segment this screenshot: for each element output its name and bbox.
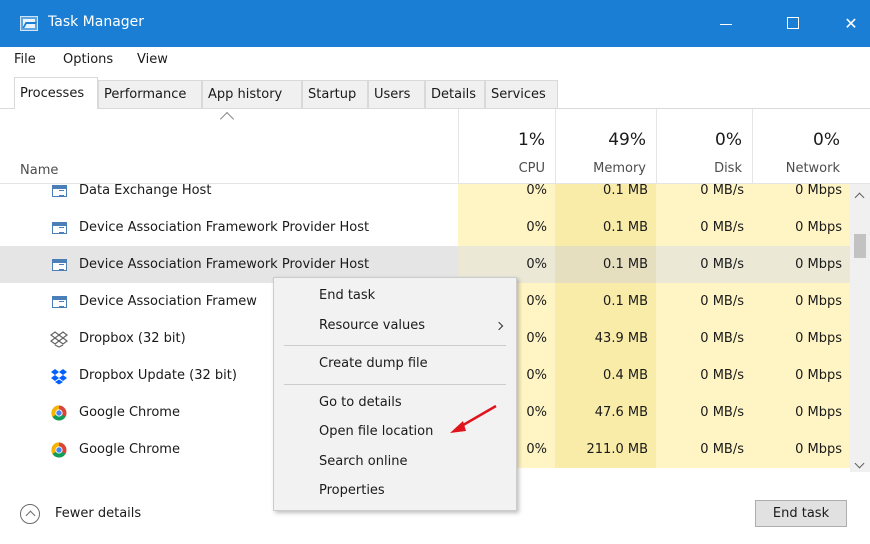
- maximize-icon: [787, 17, 799, 29]
- vertical-scrollbar[interactable]: [850, 184, 870, 472]
- network-value: 0 Mbps: [752, 320, 850, 357]
- column-memory[interactable]: 49% Memory: [555, 109, 656, 184]
- name-cell: Device Association Framework Provider Ho…: [0, 209, 458, 246]
- context-menu: End task Resource values Create dump fil…: [273, 277, 517, 511]
- memory-value: 47.6 MB: [555, 394, 656, 431]
- menu-item-resource-values[interactable]: Resource values: [319, 318, 425, 333]
- menu-view[interactable]: View: [137, 52, 168, 67]
- disk-value: 0 MB/s: [656, 320, 752, 357]
- end-task-button[interactable]: End task: [755, 500, 847, 527]
- disk-value: 0 MB/s: [656, 246, 752, 283]
- disk-value: 0 MB/s: [656, 357, 752, 394]
- process-name: Dropbox (32 bit): [79, 331, 186, 346]
- network-label: Network: [785, 161, 840, 176]
- menu-separator: [284, 345, 506, 346]
- app-window-icon: [52, 259, 67, 271]
- process-name: Data Exchange Host: [79, 184, 212, 198]
- memory-value: 211.0 MB: [555, 431, 656, 468]
- network-value: 0 Mbps: [752, 394, 850, 431]
- fewer-details-link[interactable]: Fewer details: [55, 506, 141, 521]
- process-name: Google Chrome: [79, 442, 180, 457]
- tab-performance[interactable]: Performance: [98, 80, 202, 108]
- scroll-thumb[interactable]: [854, 234, 866, 258]
- memory-value: 0.1 MB: [555, 283, 656, 320]
- chrome-icon: [51, 405, 67, 421]
- disk-value: 0 MB/s: [656, 209, 752, 246]
- menu-file[interactable]: File: [14, 52, 36, 67]
- process-name: Device Association Framew: [79, 294, 257, 309]
- close-button[interactable]: ✕: [822, 0, 870, 47]
- minimize-button[interactable]: [697, 0, 755, 47]
- disk-value: 0 MB/s: [656, 184, 752, 209]
- memory-value: 0.1 MB: [555, 184, 656, 209]
- sort-ascending-icon[interactable]: [219, 111, 235, 127]
- process-name: Device Association Framework Provider Ho…: [79, 220, 370, 235]
- menu-item-search-online[interactable]: Search online: [319, 454, 407, 469]
- minimize-icon: [720, 24, 732, 25]
- menu-separator: [284, 384, 506, 385]
- memory-total: 49%: [608, 130, 646, 150]
- network-total: 0%: [813, 130, 840, 150]
- tab-users[interactable]: Users: [368, 80, 425, 108]
- table-row[interactable]: Device Association Framework Provider Ho…: [0, 209, 850, 246]
- network-value: 0 Mbps: [752, 357, 850, 394]
- memory-value: 0.1 MB: [555, 209, 656, 246]
- app-window-icon: [52, 185, 67, 197]
- memory-value: 0.4 MB: [555, 357, 656, 394]
- name-cell: Data Exchange Host: [0, 184, 458, 209]
- column-cpu[interactable]: 1% CPU: [458, 109, 555, 184]
- process-name: Dropbox Update (32 bit): [79, 368, 237, 383]
- menu-item-go-to-details[interactable]: Go to details: [319, 395, 402, 410]
- column-name[interactable]: Name: [20, 163, 58, 178]
- cpu-value: 0%: [458, 184, 555, 209]
- tab-details[interactable]: Details: [425, 80, 485, 108]
- window-title: Task Manager: [48, 14, 145, 30]
- scroll-up-icon[interactable]: [854, 192, 865, 203]
- column-network[interactable]: 0% Network: [752, 109, 850, 184]
- close-icon: ✕: [844, 14, 858, 33]
- network-value: 0 Mbps: [752, 283, 850, 320]
- disk-total: 0%: [715, 130, 742, 150]
- collapse-chevron-icon[interactable]: [20, 504, 40, 524]
- submenu-arrow-icon: [494, 321, 504, 331]
- scroll-down-icon[interactable]: [854, 458, 865, 469]
- network-value: 0 Mbps: [752, 431, 850, 468]
- menu-item-end-task[interactable]: End task: [319, 288, 375, 303]
- menu-options[interactable]: Options: [63, 52, 113, 67]
- network-value: 0 Mbps: [752, 246, 850, 283]
- app-window-icon: [52, 296, 67, 308]
- memory-label: Memory: [593, 161, 646, 176]
- tab-processes[interactable]: Processes: [14, 77, 98, 109]
- chrome-icon: [51, 442, 67, 458]
- column-disk[interactable]: 0% Disk: [656, 109, 752, 184]
- dropbox-icon: [51, 369, 67, 385]
- cpu-label: CPU: [518, 161, 545, 176]
- network-value: 0 Mbps: [752, 184, 850, 209]
- tab-services[interactable]: Services: [485, 80, 558, 108]
- menu-item-properties[interactable]: Properties: [319, 483, 385, 498]
- disk-value: 0 MB/s: [656, 394, 752, 431]
- network-value: 0 Mbps: [752, 209, 850, 246]
- cpu-total: 1%: [518, 130, 545, 150]
- tab-startup[interactable]: Startup: [302, 80, 368, 108]
- dropbox-outline-icon: [50, 331, 68, 348]
- memory-value: 0.1 MB: [555, 246, 656, 283]
- disk-value: 0 MB/s: [656, 283, 752, 320]
- memory-value: 43.9 MB: [555, 320, 656, 357]
- task-manager-icon: [20, 16, 38, 31]
- title-bar[interactable]: Task Manager ✕: [0, 0, 870, 47]
- maximize-button[interactable]: [764, 0, 822, 47]
- menu-item-create-dump-file[interactable]: Create dump file: [319, 356, 428, 371]
- tab-app-history[interactable]: App history: [202, 80, 302, 108]
- menu-bar: File Options View: [0, 47, 870, 73]
- cpu-value: 0%: [458, 209, 555, 246]
- menu-item-open-file-location[interactable]: Open file location: [319, 424, 433, 439]
- disk-label: Disk: [714, 161, 742, 176]
- app-window-icon: [52, 222, 67, 234]
- tab-bar: Processes Performance App history Startu…: [0, 73, 870, 109]
- table-row[interactable]: Data Exchange Host 0% 0.1 MB 0 MB/s 0 Mb…: [0, 184, 850, 209]
- column-header: Name 1% CPU 49% Memory 0% Disk 0% Networ…: [0, 109, 870, 184]
- process-name: Google Chrome: [79, 405, 180, 420]
- disk-value: 0 MB/s: [656, 431, 752, 468]
